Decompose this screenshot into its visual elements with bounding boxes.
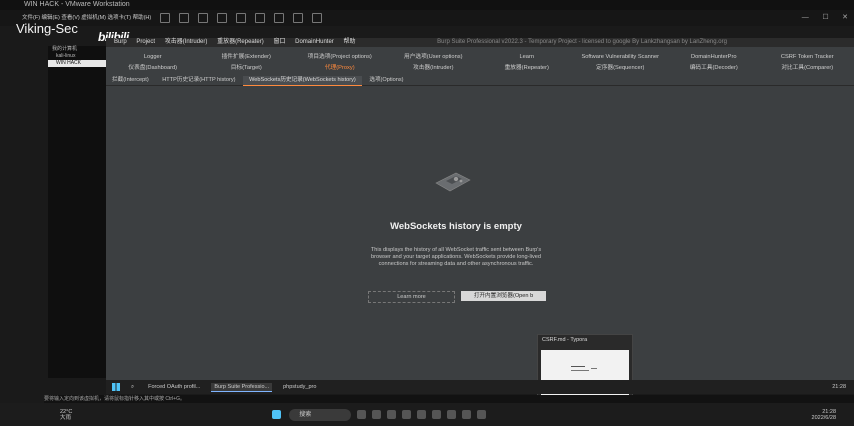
maximize-icon[interactable]: ☐ (822, 14, 828, 21)
app-icon[interactable] (417, 410, 427, 419)
host-taskbar: 22°C 大雨 搜索 21:28 2022/6/28 (0, 403, 854, 426)
app-icon[interactable] (402, 410, 412, 419)
manage-snapshot-icon[interactable] (236, 13, 247, 23)
library-item[interactable]: kali-linux (48, 53, 106, 60)
watermark-text: Viking-Sec (16, 21, 78, 36)
learn-more-button[interactable]: Learn more (368, 291, 455, 303)
open-browser-button[interactable]: 打开内置浏览器(Open b (461, 291, 546, 301)
subtab-websockets-history[interactable]: WebSockets历史记录(WebSockets history) (243, 76, 362, 86)
tab-project-options[interactable]: 项目选项(Project options) (293, 52, 387, 63)
menu-burp[interactable]: Burp (114, 39, 127, 45)
burp-menu-bar: Burp Project 攻击器(Intruder) 重放器(Repeater)… (106, 38, 854, 47)
tab-dashboard[interactable]: 仪表盘(Dashboard) (106, 63, 200, 74)
menu-window[interactable]: 窗口 (273, 39, 285, 45)
tab-csrf-token-tracker[interactable]: CSRF Token Tracker (761, 52, 854, 63)
websocket-empty-icon (435, 172, 471, 192)
proxy-subtabs: 拦截(Intercept) HTTP历史记录(HTTP history) Web… (106, 76, 854, 86)
windows-start-icon[interactable] (272, 410, 282, 419)
app-icon[interactable] (372, 410, 382, 419)
tab-learn[interactable]: Learn (480, 52, 574, 63)
stretch-icon[interactable] (312, 13, 323, 23)
guest-clock[interactable]: 21:28 (832, 384, 846, 390)
tab-domainhunterpro[interactable]: DomainHunterPro (667, 52, 761, 63)
weather-condition: 大雨 (60, 414, 72, 421)
tab-logger[interactable]: Logger (106, 52, 200, 63)
app-icon[interactable] (462, 410, 472, 419)
tab-intruder[interactable]: 攻击器(Intruder) (387, 63, 481, 74)
tab-row-extensions: Logger 插件扩展(Extender) 项目选项(Project optio… (106, 52, 854, 63)
taskbar-firefox[interactable]: Forced OAuth profil... (145, 383, 203, 391)
tab-user-options[interactable]: 用户选项(User options) (387, 52, 481, 63)
fullscreen-icon[interactable] (274, 13, 285, 23)
windows-start-icon[interactable] (112, 383, 120, 391)
search-icon[interactable]: ⌕ (128, 383, 137, 392)
tab-extender[interactable]: 插件扩展(Extender) (200, 52, 294, 63)
subtab-intercept[interactable]: 拦截(Intercept) (106, 76, 155, 85)
menu-domainhunter[interactable]: DomainHunter (295, 39, 334, 45)
app-icon[interactable] (447, 410, 457, 419)
console-icon[interactable] (293, 13, 304, 23)
taskbar-burp[interactable]: Burp Suite Professio... (211, 382, 273, 392)
empty-state-title: WebSockets history is empty (390, 221, 522, 232)
minimize-icon[interactable]: — (802, 14, 809, 21)
tab-proxy[interactable]: 代理(Proxy) (293, 63, 387, 74)
tab-decoder[interactable]: 编码工具(Decoder) (667, 63, 761, 74)
menu-intruder[interactable]: 攻击器(Intruder) (165, 39, 208, 45)
vmware-status-text: 要将输入定向到该虚拟机，请将鼠标指针移入其中或按 Ctrl+G。 (44, 395, 854, 403)
app-icon[interactable] (387, 410, 397, 419)
close-icon[interactable]: ✕ (842, 14, 848, 21)
guest-taskbar: ⌕ Forced OAuth profil... Burp Suite Prof… (106, 380, 854, 394)
empty-state-description: This displays the history of all WebSock… (370, 247, 542, 268)
tab-row-tools: 仪表盘(Dashboard) 目标(Target) 代理(Proxy) 攻击器(… (106, 63, 854, 74)
library-item[interactable]: 我的计算机 (48, 46, 106, 53)
menu-project[interactable]: Project (136, 39, 155, 45)
app-icon[interactable] (432, 410, 442, 419)
typora-title: CSRF.md - Typora (542, 337, 588, 343)
taskbar-phpstudy[interactable]: phpstudy_pro (280, 383, 319, 391)
burp-title: Burp Suite Professional v2022.3 - Tempor… (437, 39, 727, 45)
vmware-toolbar: 文件(F) 编辑(E) 查看(V) 虚拟机(M) 选项卡(T) 帮助(H) — … (0, 10, 854, 26)
revert-icon[interactable] (217, 13, 228, 23)
taskbar-search[interactable]: 搜索 (289, 408, 352, 421)
menu-repeater[interactable]: 重放器(Repeater) (217, 39, 264, 45)
tab-sequencer[interactable]: 定序器(Sequencer) (574, 63, 668, 74)
vmware-title: WIN HACK - VMware Workstation (24, 1, 130, 8)
subtab-options[interactable]: 选项(Options) (363, 76, 409, 85)
app-icon[interactable] (477, 410, 487, 419)
snapshot-icon[interactable] (198, 13, 209, 23)
host-date: 2022/6/28 (811, 414, 836, 421)
vm-library: 我的计算机 kali-linux WIN HACK (48, 46, 106, 378)
library-icon[interactable] (255, 13, 266, 23)
send-keys-icon[interactable] (179, 13, 190, 23)
subtab-http-history[interactable]: HTTP历史记录(HTTP history) (156, 76, 241, 85)
tab-comparer[interactable]: 对比工具(Comparer) (761, 63, 854, 74)
weather-temp: 22°C (60, 408, 73, 415)
vmware-title-bar: WIN HACK - VMware Workstation (0, 0, 854, 10)
tab-vuln-scanner[interactable]: Software Vulnerability Scanner (574, 52, 668, 63)
tab-target[interactable]: 目标(Target) (200, 63, 294, 74)
menu-help[interactable]: 帮助 (343, 39, 355, 45)
host-clock[interactable]: 21:28 2022/6/28 (812, 409, 836, 421)
app-icon[interactable] (357, 410, 367, 419)
library-item-selected[interactable]: WIN HACK (48, 60, 106, 67)
burp-window: Burp Project 攻击器(Intruder) 重放器(Repeater)… (106, 38, 854, 380)
pause-icon[interactable] (160, 13, 171, 23)
weather-widget[interactable]: 22°C 大雨 (60, 409, 72, 421)
tab-repeater[interactable]: 重放器(Repeater) (480, 63, 574, 74)
